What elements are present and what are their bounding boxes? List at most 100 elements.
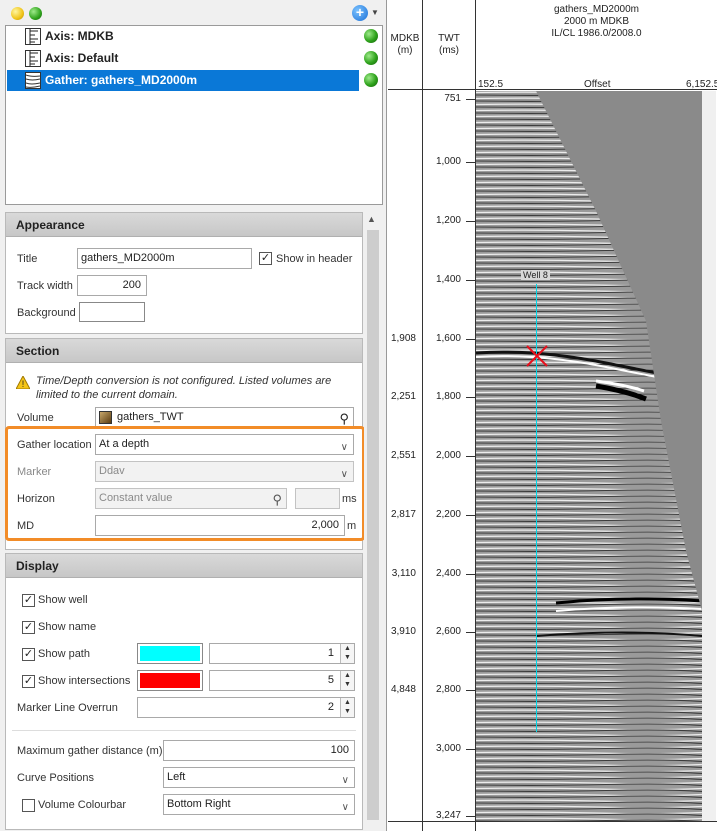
twt-tick (466, 574, 475, 575)
offset-max: 6,152.5 (686, 79, 717, 90)
warning-text: Time/Depth conversion is not configured.… (36, 375, 332, 401)
tree-item-axis-mdkb[interactable]: Axis: MDKB (7, 26, 359, 47)
volume-colourbar-select[interactable]: Bottom Right ∨ (163, 794, 355, 815)
twt-tick-label: 2,400 (435, 568, 461, 579)
curve-positions-label: Curve Positions (17, 772, 95, 784)
section-header[interactable]: Section (6, 339, 362, 363)
show-well-label: Show well (38, 594, 88, 606)
twt-tick (466, 816, 475, 817)
spinner-icon[interactable]: ▲ ▼ (340, 671, 354, 690)
visible-icon[interactable] (364, 73, 378, 87)
twt-tick (466, 456, 475, 457)
twt-tick (466, 690, 475, 691)
background-color-picker[interactable] (79, 302, 145, 322)
settings-pane: + ▼ Axis: MDKB Axis: Default Gather: gat… (0, 0, 387, 831)
chevron-down-icon: ∨ (341, 802, 349, 813)
spinner-icon[interactable]: ▲ ▼ (340, 698, 354, 717)
volume-colourbar-label: Volume Colourbar (38, 799, 127, 811)
twt-tick (466, 162, 475, 163)
show-well-checkbox[interactable]: ✓ (22, 594, 35, 607)
twt-title: TWT (438, 33, 460, 44)
appearance-header[interactable]: Appearance (6, 213, 362, 237)
tree-item-label: Gather: gathers_MD2000m (45, 73, 198, 87)
max-gather-distance-input[interactable]: 100 (163, 740, 355, 761)
tree-item-gather[interactable]: Gather: gathers_MD2000m (7, 70, 359, 91)
mdkb-title: MDKB (390, 33, 420, 44)
show-intersections-checkbox[interactable]: ✓ (22, 675, 35, 688)
twt-tick-label: 2,000 (435, 450, 461, 461)
show-name-checkbox[interactable]: ✓ (22, 621, 35, 634)
twt-tick-label: 2,800 (435, 684, 461, 695)
gather-title: gathers_MD2000m (553, 4, 640, 15)
twt-tick (466, 280, 475, 281)
scroll-up-icon[interactable]: ▲ (367, 214, 376, 224)
twt-unit: (ms) (439, 45, 459, 56)
offset-min: 152.5 (478, 79, 504, 90)
divider (12, 730, 356, 731)
display-panel: Display ✓ Show well ✓ Show name ✓ Show p… (5, 553, 363, 830)
mdkb-tick-label: 1,908 (390, 333, 416, 344)
path-width-input[interactable]: 1 ▲ ▼ (209, 643, 355, 664)
chevron-down-icon[interactable]: ▼ (371, 8, 379, 17)
mdkb-unit: (m) (397, 45, 413, 56)
track-width-label: Track width (17, 280, 73, 292)
twt-tick-label: 3,247 (435, 810, 461, 821)
spinner-icon[interactable]: ▲ ▼ (340, 644, 354, 663)
visible-icon[interactable] (364, 29, 378, 43)
chevron-down-icon: ∨ (341, 775, 349, 786)
twt-tick (466, 99, 475, 100)
tree-item-axis-default[interactable]: Axis: Default (7, 48, 359, 69)
twt-tick-label: 751 (444, 93, 461, 104)
volume-label: Volume (17, 412, 54, 424)
intersections-color-swatch[interactable] (137, 670, 203, 691)
warning-icon: ! (15, 374, 31, 392)
background-label: Background (17, 307, 76, 319)
twt-tick-label: 2,200 (435, 509, 461, 520)
volume-value: gathers_TWT (117, 411, 184, 423)
settings-scrollbar[interactable]: ▲ (364, 212, 382, 830)
twt-tick-label: 1,800 (435, 391, 461, 402)
title-input[interactable]: gathers_MD2000m (77, 248, 252, 269)
marker-overrun-input[interactable]: 2 ▲ ▼ (137, 697, 355, 718)
scroll-thumb[interactable] (367, 230, 379, 820)
mdkb-tick-label: 4,848 (390, 684, 416, 695)
gather-scrollbar[interactable] (702, 91, 716, 821)
twt-tick (466, 515, 475, 516)
track-width-input[interactable]: 200 (77, 275, 147, 296)
intersections-size-value: 5 (327, 674, 334, 686)
path-width-value: 1 (327, 647, 334, 659)
show-path-label: Show path (38, 648, 90, 660)
show-name-label: Show name (38, 621, 97, 633)
intersection-marker-icon (526, 345, 548, 367)
twt-tick (466, 221, 475, 222)
svg-text:!: ! (22, 379, 25, 389)
mdkb-tick-label: 2,817 (390, 509, 416, 520)
path-color-swatch[interactable] (137, 643, 203, 664)
intersections-size-input[interactable]: 5 ▲ ▼ (209, 670, 355, 691)
well-section-track: MDKB (m) TWT (ms) gathers_MD2000m 2000 m… (388, 0, 717, 831)
show-path-checkbox[interactable]: ✓ (22, 648, 35, 661)
gather-icon (25, 72, 41, 89)
well-label: Well 8 (521, 270, 550, 280)
axis-icon (25, 28, 41, 45)
marker-overrun-value: 2 (327, 701, 334, 713)
twt-tick-label: 3,000 (435, 743, 461, 754)
offset-label: Offset (584, 79, 611, 90)
mdkb-tick-label: 3,910 (390, 626, 416, 637)
seismic-gather-image[interactable] (476, 91, 702, 821)
display-header[interactable]: Display (6, 554, 362, 578)
volume-input[interactable]: gathers_TWT ⚲ (95, 407, 354, 428)
add-button[interactable]: + (352, 5, 368, 21)
mdkb-tick-label: 3,110 (391, 568, 416, 579)
show-in-header-checkbox[interactable]: ✓ (259, 252, 272, 265)
divider (422, 0, 423, 831)
twt-tick-label: 1,200 (435, 215, 461, 226)
twt-header: TWT (ms) (423, 33, 475, 57)
show-in-header-label: Show in header (276, 253, 353, 265)
gather-ilcl: IL/CL 1986.0/2008.0 (551, 28, 642, 39)
curve-positions-value: Left (167, 771, 186, 783)
visible-icon[interactable] (364, 51, 378, 65)
track-tree: Axis: MDKB Axis: Default Gather: gathers… (5, 25, 383, 205)
volume-colourbar-checkbox[interactable] (22, 799, 35, 812)
curve-positions-select[interactable]: Left ∨ (163, 767, 355, 788)
